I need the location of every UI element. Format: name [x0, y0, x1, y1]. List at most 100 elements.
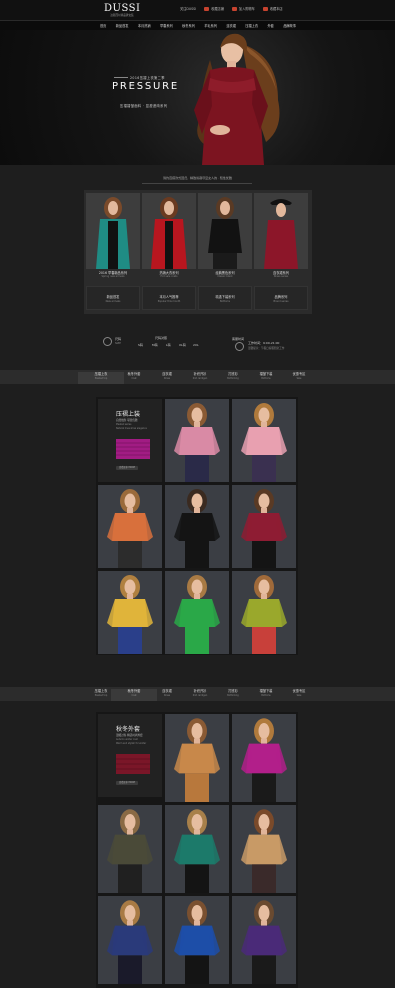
tab-bar-pleated: 压褶上衣 Pleated top 秋冬外套 Coat 连衣裙 Dress 针织开衫 Knit …	[0, 370, 395, 384]
product-tile[interactable]	[165, 896, 229, 984]
add-cart-label: 加入购物车	[238, 7, 255, 11]
size-option[interactable]: L码	[166, 343, 171, 347]
category-cell[interactable]: 品牌系列 Brand series	[254, 286, 308, 310]
product-image	[98, 896, 162, 984]
category-cell-sub: Bottoms	[219, 300, 230, 303]
category-sub: Dress series	[273, 275, 289, 278]
nav-item-home[interactable]: 首页	[100, 23, 106, 28]
nav-item-spring[interactable]: 早春系列	[160, 23, 173, 28]
main-nav: 首页 新品首发 本月热销 早春系列 秋冬系列 羊毛系列 连衣裙 压褶上衣 外套 …	[0, 20, 395, 30]
product-tile[interactable]	[232, 399, 296, 482]
product-image	[165, 399, 229, 482]
size-option[interactable]: M码	[152, 343, 158, 347]
product-tile[interactable]	[98, 485, 162, 568]
clock-icon	[235, 342, 244, 351]
nav-item-new[interactable]: 新品首发	[116, 23, 129, 28]
product-tile[interactable]	[232, 714, 296, 802]
size-service-row: 尺码 SIZE 尺码对照 S码 M码 L码 XL码 2XL 客服时间 工作时间：…	[0, 325, 395, 359]
hero-title: PRESSURE	[112, 81, 179, 92]
category-photo-coat[interactable]	[142, 193, 196, 269]
size-title: 尺码	[115, 337, 122, 341]
product-tile[interactable]	[165, 805, 229, 893]
brand-name: DUSSI	[104, 3, 141, 14]
category-cell-label: 新品首发	[106, 295, 120, 299]
category-cell[interactable]: 本月人气推荐 Popular this month	[142, 286, 196, 310]
model-image	[254, 193, 308, 269]
top-header: DUSSI 达斯西时尚品牌女装 关注DUSSI 收藏店铺 加入购物车 收藏本店	[0, 0, 395, 20]
section-note: Natural lines show elegance	[116, 427, 147, 430]
product-image	[165, 571, 229, 654]
product-tile[interactable]	[98, 805, 162, 893]
brand-logo[interactable]: DUSSI 达斯西时尚品牌女装	[104, 3, 140, 17]
tab-item[interactable]: 优惠专区 Sale	[276, 372, 322, 384]
product-image	[165, 805, 229, 893]
size-chart-head: 尺码对照	[155, 336, 168, 340]
product-image	[165, 714, 229, 802]
category-photo-black[interactable]	[198, 193, 252, 269]
favorite-shop-label: 收藏店铺	[211, 7, 224, 11]
nav-item-coat[interactable]: 外套	[267, 23, 273, 28]
product-image	[98, 485, 162, 568]
product-grid-pleated: 压褶上装 自然线条 彰显优雅 Pleated series Natural li…	[96, 397, 298, 655]
nav-item-wool[interactable]: 羊毛系列	[204, 23, 217, 28]
heart-icon	[204, 6, 210, 11]
product-image	[165, 485, 229, 568]
product-tile[interactable]	[232, 571, 296, 654]
bookmark-label: 收藏本店	[269, 7, 283, 11]
category-photo-spring[interactable]	[86, 193, 140, 269]
favorite-shop-link[interactable]: 收藏店铺	[204, 6, 224, 11]
size-option[interactable]: XL码	[179, 343, 186, 347]
category-cell-sub: Popular this month	[157, 300, 181, 303]
tab-sublabel: Sale	[296, 694, 302, 697]
add-cart-link[interactable]: 加入购物车	[231, 6, 255, 11]
header-links: 关注DUSSI 收藏店铺 加入购物车 收藏本店	[180, 6, 283, 11]
model-image	[142, 193, 196, 269]
product-tile[interactable]	[165, 714, 229, 802]
product-tile[interactable]	[232, 805, 296, 893]
product-tile[interactable]	[165, 485, 229, 568]
category-sub: Classic black	[217, 275, 233, 278]
section-note: Warm and stylish for winter	[116, 742, 147, 745]
cart-icon	[231, 6, 237, 11]
product-tile[interactable]	[232, 485, 296, 568]
view-more-button[interactable]: 查看更多 MORE	[116, 781, 138, 785]
product-tile[interactable]	[98, 571, 162, 654]
product-tile[interactable]	[165, 399, 229, 482]
hanger-icon	[103, 337, 112, 346]
intro-text: 简约百搭款式回归，精致剪裁尽显女人的 · 知性优雅	[163, 176, 232, 180]
product-tile[interactable]	[232, 896, 296, 984]
nav-item-hot[interactable]: 本月热销	[138, 23, 151, 28]
follow-link[interactable]: 关注DUSSI	[180, 6, 196, 11]
star-icon	[262, 6, 268, 11]
service-hours: 工作时间：9:00-21:00	[248, 341, 280, 345]
category-cell-sub: Brand series	[273, 300, 289, 303]
category-cell-label: 精选下装系列	[215, 295, 235, 299]
hero-divider	[114, 77, 128, 78]
service-note: 温馨提示：节假日客服照常工作	[248, 347, 285, 350]
category-cell[interactable]: 精选下装系列 Bottoms	[198, 286, 252, 310]
nav-item-autumn[interactable]: 秋冬系列	[182, 23, 195, 28]
size-option[interactable]: S码	[138, 343, 143, 347]
product-grid-coat: 秋冬外套 温暖过冬 精选时尚外套 Autumn winter coat Warm…	[96, 712, 298, 988]
hero-kicker: 2016压褶上衣第二季	[130, 76, 165, 80]
nav-item-dress[interactable]: 连衣裙	[226, 23, 236, 28]
model-image	[198, 193, 252, 269]
hero-banner[interactable]: 2016压褶上衣第二季 PRESSURE 压褶褶皱面料 · 显瘦遮肉系列	[0, 30, 395, 165]
view-more-button[interactable]: 查看更多 MORE	[116, 466, 138, 470]
product-tile[interactable]	[165, 571, 229, 654]
size-option[interactable]: 2XL	[193, 343, 199, 347]
product-image	[232, 485, 296, 568]
nav-item-pleated[interactable]: 压褶上衣	[245, 23, 258, 28]
product-image	[98, 571, 162, 654]
size-sub: SIZE	[115, 342, 121, 345]
fabric-swatch-image	[116, 439, 150, 459]
product-tile[interactable]	[98, 896, 162, 984]
category-cell[interactable]: 新品首发 New arrivals	[86, 286, 140, 310]
section-intro-card: 秋冬外套 温暖过冬 精选时尚外套 Autumn winter coat Warm…	[98, 714, 162, 797]
bookmark-link[interactable]: 收藏本店	[262, 6, 283, 11]
category-cell-sub: New arrivals	[105, 300, 121, 303]
category-photo-dress[interactable]	[254, 193, 308, 269]
tab-item[interactable]: 优惠专区 Sale	[276, 689, 322, 701]
product-image	[232, 714, 296, 802]
nav-item-story[interactable]: 品牌故事	[283, 23, 296, 28]
